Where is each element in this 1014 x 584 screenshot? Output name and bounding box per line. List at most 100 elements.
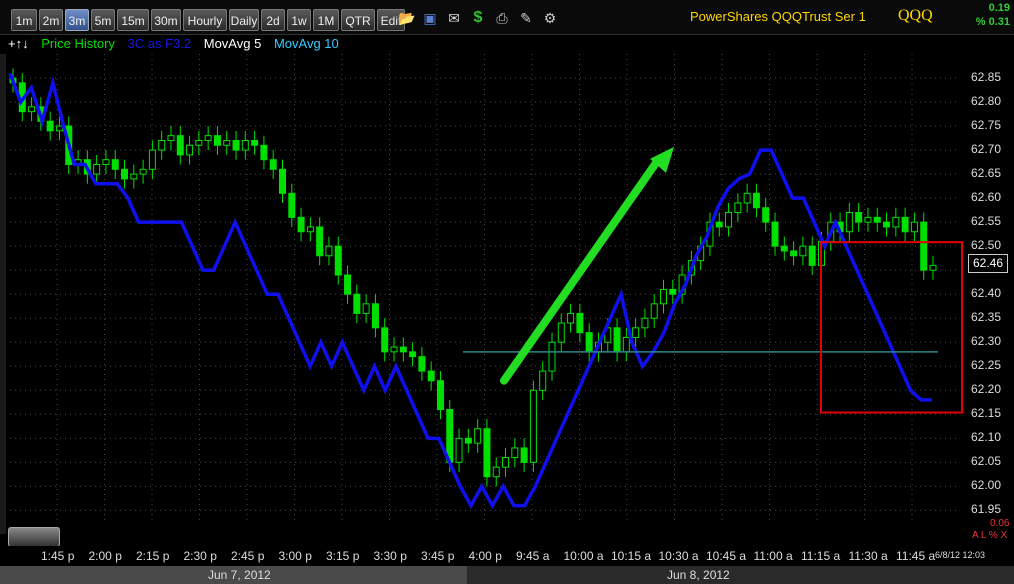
price-chart[interactable] [0,0,1014,584]
candle-body [37,106,45,122]
mail-icon[interactable]: ✉ [446,10,462,26]
gear-icon[interactable]: ⚙ [542,10,558,26]
y-tick-label: 62.60 [971,190,1002,205]
candle-body [306,226,314,233]
timeframe-button-2m[interactable]: 2m [39,9,63,31]
timeframe-button-3m[interactable]: 3m [65,9,89,31]
candle-body [455,437,463,463]
legend-threec[interactable]: 3C as F3.2 [128,36,192,51]
x-tick-label: 9:45 a [516,549,550,563]
candle-body [278,168,286,194]
x-tick-label: 10:45 a [706,549,747,563]
timeframe-button-15m[interactable]: 15m [117,9,149,31]
candle-body [715,221,723,228]
symbol-label: QQQ [898,7,933,24]
timeframe-button-1m[interactable]: 1m [11,9,37,31]
edit-icon[interactable]: ✎ [518,10,534,26]
y-tick-label: 62.25 [971,358,1002,373]
x-tick-label: 10:15 a [611,549,652,563]
dollar-icon[interactable]: $ [470,10,486,26]
legend-arrows-icon[interactable]: +↑↓ [8,36,29,51]
candle-body [436,380,444,411]
timeframe-button-qtr[interactable]: QTR [341,9,375,31]
candle-body [864,216,872,223]
y-tick-label: 62.50 [971,238,1002,253]
x-tick-label: 10:30 a [658,549,699,563]
candle-body [483,428,491,478]
x-tick-label: 3:30 p [373,549,407,563]
y-tick-label: 62.55 [971,214,1002,229]
trend-arrow [500,158,660,385]
candle-body [269,159,277,170]
candle-body [734,202,742,214]
save-icon[interactable]: ▣ [422,10,438,26]
candle-body [492,466,500,478]
legend-movavg-10[interactable]: MovAvg 10 [274,36,339,51]
legend-price-history[interactable]: Price History [41,36,115,51]
candle-body [808,245,816,266]
annotation-box [820,241,963,414]
timeframe-button-30m[interactable]: 30m [151,9,181,31]
candle-body [427,370,435,382]
trend-arrow-head [650,146,674,173]
candle-body [883,221,891,228]
candle-body [409,351,417,358]
candle-body [743,192,751,204]
y-tick-label: 62.05 [971,454,1002,469]
chart-scroll-handle[interactable] [8,527,60,547]
candle-body [771,221,779,247]
candle-body [204,135,212,141]
y-tick-label: 62.70 [971,142,1002,157]
candle-body [678,274,686,295]
candle-body [176,135,184,156]
lower-pane-flags[interactable]: A L % X [972,530,1007,541]
timeframe-button-2d[interactable]: 2d [261,9,285,31]
y-tick-label: 62.65 [971,166,1002,181]
candle-body [557,322,565,343]
candle-body [74,159,82,165]
candle-body [920,221,928,271]
y-tick-label: 62.40 [971,286,1002,301]
folder-icon[interactable]: 📂 [398,10,415,26]
candle-body [316,226,324,257]
candle-body [241,139,249,151]
timeframe-button-hourly[interactable]: Hourly [183,9,227,31]
candle-body [344,274,352,295]
candle-body [790,250,798,257]
date-label-day2: Jun 8, 2012 [667,568,730,582]
candle-body [334,245,342,276]
toolbar: 1m 2m 3m 5m 15m 30m Hourly Daily 2d 1w 1M QTR Edit 📂… [0,0,1014,35]
legend-movavg-5[interactable]: MovAvg 5 [204,36,262,51]
candle-body [697,245,705,262]
candle-body [604,327,612,343]
price-change: 0.19 [988,2,1010,14]
timeframe-button-5m[interactable]: 5m [91,9,115,31]
y-tick-label: 62.35 [971,310,1002,325]
print-icon[interactable]: ⎙ [494,10,510,26]
candle-body [539,370,547,391]
lower-pane-value: 0.06 [990,518,1010,529]
candle-body [325,245,333,257]
timeframe-button-daily[interactable]: Daily [229,9,259,31]
timeframe-button-1m[interactable]: 1M [313,9,339,31]
y-tick-label: 62.10 [971,430,1002,445]
candle-body [418,356,426,372]
timestamp-label: 6/8/12 12:03 [935,550,986,560]
candle-body [213,135,221,146]
candle-body [873,216,881,223]
candle-body [158,139,166,151]
candle-body [817,240,825,266]
candle-body [195,139,203,146]
y-tick-label: 62.30 [971,334,1002,349]
candle-body [585,332,593,353]
candle-body [353,293,361,314]
timeframe-button-1w[interactable]: 1w [287,9,311,31]
x-tick-label: 2:00 p [88,549,122,563]
candle-body [9,77,17,84]
candle-body [855,212,863,223]
date-band-day1: Jun 7, 2012 [0,566,467,584]
candle-body [752,192,760,209]
left-rail [0,54,6,534]
price-change-percent: % 0.31 [975,16,1010,28]
candle-body [687,260,695,276]
